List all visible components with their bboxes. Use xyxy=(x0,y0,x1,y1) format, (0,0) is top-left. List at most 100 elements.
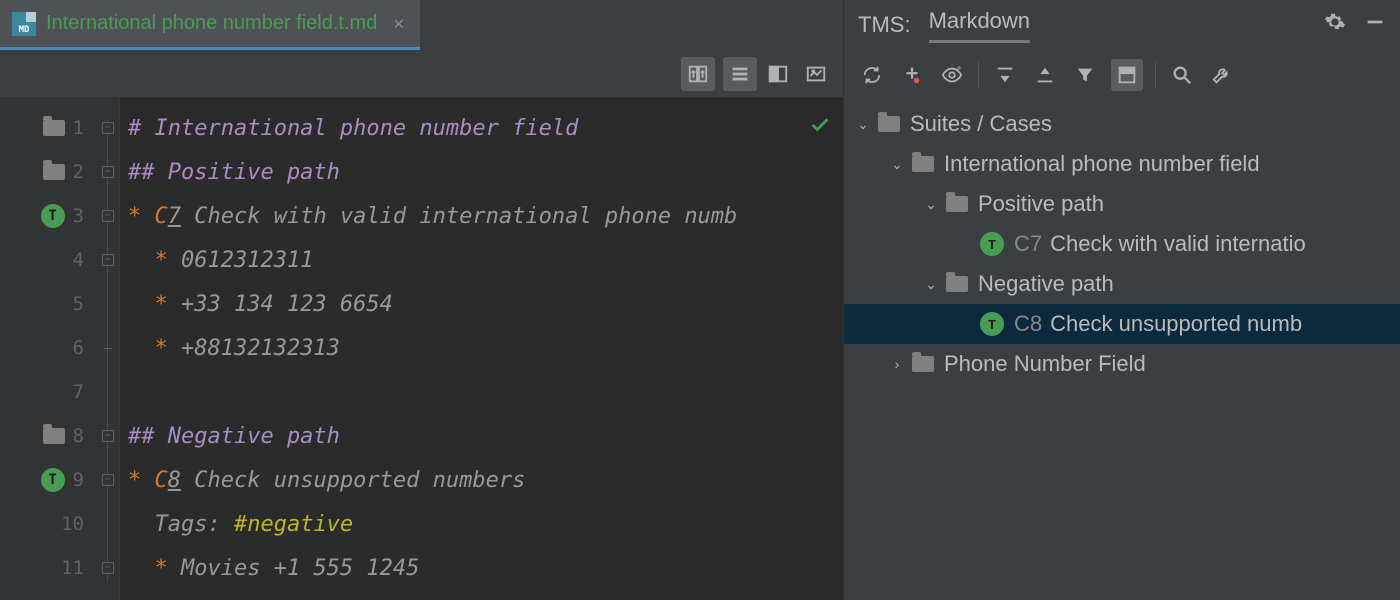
collapse-all-icon[interactable] xyxy=(1031,61,1059,89)
folder-icon xyxy=(946,276,968,292)
fold-toggle[interactable]: − xyxy=(102,166,114,178)
code-text: * xyxy=(128,336,181,361)
gutter-line[interactable]: 6 xyxy=(0,326,96,370)
wrench-icon[interactable] xyxy=(1208,61,1236,89)
close-icon[interactable]: ✕ xyxy=(393,13,404,34)
gutter-line[interactable]: 10 xyxy=(0,502,96,546)
case-number: C7 xyxy=(1014,231,1042,257)
gutter: 1 2 T3 4 5 6 7 8 T9 10 11 xyxy=(0,98,96,600)
code-text: Check unsupported numbers xyxy=(181,468,525,493)
split-view-button[interactable] xyxy=(761,57,795,91)
code-text: #negative xyxy=(234,512,353,537)
sync-scroll-button[interactable] xyxy=(681,57,715,91)
code-text: ## Negative path xyxy=(128,424,340,449)
tree-suite[interactable]: › Phone Number Field xyxy=(844,344,1400,384)
gutter-line[interactable]: 1 xyxy=(0,106,96,150)
preview-view-button[interactable] xyxy=(799,57,833,91)
test-badge-icon: T xyxy=(41,468,65,492)
code-text: Movies +1 555 1245 xyxy=(181,556,419,581)
filter-icon[interactable] xyxy=(1071,61,1099,89)
tree-case-selected[interactable]: T C8 Check unsupported numb xyxy=(844,304,1400,344)
tree-suite[interactable]: ⌄ International phone number field xyxy=(844,144,1400,184)
editor-view-button[interactable] xyxy=(723,57,757,91)
folder-icon xyxy=(43,120,65,136)
expand-all-icon[interactable] xyxy=(991,61,1019,89)
tree-label: Check unsupported numb xyxy=(1050,311,1302,337)
code-text: 0612312311 xyxy=(181,248,313,273)
tree-root[interactable]: ⌄ Suites / Cases xyxy=(844,104,1400,144)
code-text: +33 134 123 6654 xyxy=(181,292,393,317)
editor-panel: MD International phone number field.t.md… xyxy=(0,0,843,600)
tree-label: Negative path xyxy=(978,271,1114,297)
tree-label: Suites / Cases xyxy=(910,111,1052,137)
gutter-line[interactable]: T9 xyxy=(0,458,96,502)
test-badge-icon: T xyxy=(41,204,65,228)
refresh-icon[interactable] xyxy=(858,61,886,89)
code-text: * C xyxy=(128,204,168,229)
fold-toggle[interactable]: − xyxy=(102,430,114,442)
fold-toggle[interactable]: − xyxy=(102,254,114,266)
folder-icon xyxy=(43,428,65,444)
tree-folder-positive[interactable]: ⌄ Positive path xyxy=(844,184,1400,224)
tms-toolbar xyxy=(844,50,1400,100)
chevron-down-icon[interactable]: ⌄ xyxy=(854,116,872,133)
folder-icon xyxy=(878,116,900,132)
gear-icon[interactable] xyxy=(1324,11,1346,39)
test-badge-icon: T xyxy=(980,232,1004,256)
folder-icon xyxy=(912,156,934,172)
chevron-down-icon[interactable]: ⌄ xyxy=(922,196,940,213)
inspection-ok-icon[interactable] xyxy=(809,114,831,142)
fold-toggle[interactable]: − xyxy=(102,210,114,222)
tab-title: International phone number field.t.md xyxy=(46,12,377,35)
case-number: C8 xyxy=(1014,311,1042,337)
fold-column: − − − − − − − xyxy=(96,98,120,600)
layout-icon[interactable] xyxy=(1111,59,1143,91)
gutter-line[interactable]: 7 xyxy=(0,370,96,414)
gutter-line[interactable]: 2 xyxy=(0,150,96,194)
add-icon[interactable] xyxy=(898,61,926,89)
tree-label: Positive path xyxy=(978,191,1104,217)
code-text: ## Positive path xyxy=(128,160,340,185)
visibility-icon[interactable] xyxy=(938,61,966,89)
editor-content[interactable]: 1 2 T3 4 5 6 7 8 T9 10 11 − − − − − − − xyxy=(0,98,843,600)
code-text: * C xyxy=(128,468,168,493)
folder-icon xyxy=(946,196,968,212)
tree-label: Phone Number Field xyxy=(944,351,1146,377)
test-badge-icon: T xyxy=(980,312,1004,336)
editor-toolbar xyxy=(0,50,843,98)
tms-label: TMS: xyxy=(858,12,911,38)
tree: ⌄ Suites / Cases ⌄ International phone n… xyxy=(844,100,1400,600)
tms-header: TMS: Markdown xyxy=(844,0,1400,50)
gutter-line[interactable]: 8 xyxy=(0,414,96,458)
folder-icon xyxy=(43,164,65,180)
gutter-line[interactable]: 11 xyxy=(0,546,96,590)
fold-end[interactable] xyxy=(104,348,112,349)
code-text: 8 xyxy=(168,468,181,493)
tree-case[interactable]: T C7 Check with valid internatio xyxy=(844,224,1400,264)
code-text: # International phone number field xyxy=(128,116,578,141)
chevron-down-icon[interactable]: ⌄ xyxy=(888,156,906,173)
code-text: * xyxy=(128,556,181,581)
code-text: Tags: xyxy=(128,512,234,537)
fold-toggle[interactable]: − xyxy=(102,122,114,134)
code-text: +88132132313 xyxy=(181,336,340,361)
code-text: 7 xyxy=(168,204,181,229)
tree-label: International phone number field xyxy=(944,151,1260,177)
chevron-down-icon[interactable]: ⌄ xyxy=(922,276,940,293)
gutter-line[interactable]: T3 xyxy=(0,194,96,238)
tms-tab-markdown[interactable]: Markdown xyxy=(929,8,1030,43)
gutter-line[interactable]: 5 xyxy=(0,282,96,326)
minimize-icon[interactable] xyxy=(1364,11,1386,39)
fold-toggle[interactable]: − xyxy=(102,474,114,486)
tree-folder-negative[interactable]: ⌄ Negative path xyxy=(844,264,1400,304)
markdown-file-icon: MD xyxy=(12,12,36,36)
tab-bar: MD International phone number field.t.md… xyxy=(0,0,843,50)
gutter-line[interactable]: 4 xyxy=(0,238,96,282)
chevron-right-icon[interactable]: › xyxy=(888,356,906,372)
search-icon[interactable] xyxy=(1168,61,1196,89)
file-tab[interactable]: MD International phone number field.t.md… xyxy=(0,0,420,50)
code-area[interactable]: # International phone number field ## Po… xyxy=(120,98,843,600)
code-text: Check with valid international phone num… xyxy=(181,204,737,229)
fold-toggle[interactable]: − xyxy=(102,562,114,574)
folder-icon xyxy=(912,356,934,372)
